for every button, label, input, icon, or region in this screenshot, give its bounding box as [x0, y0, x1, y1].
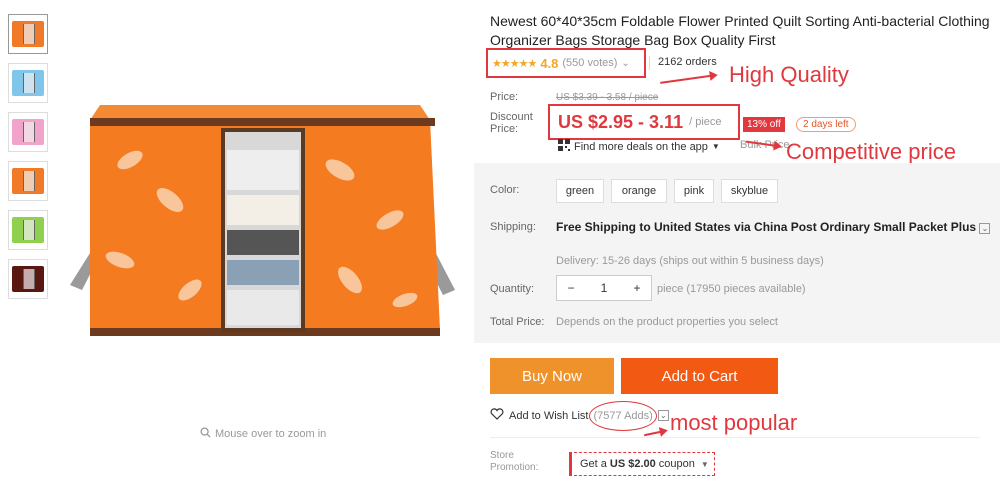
shipping-method[interactable]: Free Shipping to United States via China… — [556, 220, 996, 235]
chevron-down-icon: ⌄ — [979, 223, 991, 234]
buy-now-button[interactable]: Buy Now — [490, 358, 614, 394]
quantity-stepper: − 1 + — [556, 275, 652, 301]
orders-count: 2162 orders — [658, 56, 717, 68]
price-label: Price: — [490, 91, 519, 103]
qr-code-icon — [558, 139, 570, 154]
store-promotion-label: Store Promotion: — [490, 450, 539, 473]
quantity-label: Quantity: — [490, 283, 535, 295]
caret-down-icon: ▼ — [700, 459, 709, 469]
divider — [649, 56, 650, 70]
total-price-text: Depends on the product properties you se… — [556, 316, 778, 328]
shipping-label: Shipping: — [490, 221, 536, 233]
color-label: Color: — [490, 184, 520, 196]
annotation-arrow — [644, 429, 666, 437]
delivery-info: Delivery: 15-26 days (ships out within 5… — [556, 255, 824, 267]
price-unit: / piece — [689, 116, 722, 128]
color-option-pink[interactable]: pink — [674, 179, 714, 203]
annotation-high-quality: High Quality — [729, 62, 849, 87]
coupon-selector[interactable]: Get a US $2.00 coupon ▼ — [569, 452, 715, 476]
quantity-input[interactable]: 1 — [590, 281, 618, 295]
thumbnail-3[interactable] — [8, 112, 48, 152]
thumbnail-5[interactable] — [8, 210, 48, 250]
quantity-available: piece (17950 pieces available) — [657, 283, 806, 295]
add-to-cart-button[interactable]: Add to Cart — [621, 358, 778, 394]
annotation-arrow — [660, 74, 716, 84]
quantity-decrease-button[interactable]: − — [557, 281, 585, 295]
color-option-orange[interactable]: orange — [611, 179, 667, 203]
color-option-skyblue[interactable]: skyblue — [721, 179, 778, 203]
magnifier-icon — [200, 427, 211, 441]
chevron-down-icon: ⌄ — [657, 410, 669, 421]
heart-plus-icon — [490, 408, 504, 423]
discount-badge: 13% off — [743, 117, 785, 132]
annotation-circle — [589, 401, 657, 431]
annotation-most-popular: most popular — [670, 410, 798, 435]
rating-value: 4.8 — [540, 55, 559, 71]
thumbnail-6[interactable] — [8, 259, 48, 299]
discount-price: US $2.95 - 3.11 — [558, 111, 684, 132]
color-option-green[interactable]: green — [556, 179, 604, 203]
discount-price-box: US $2.95 - 3.11 / piece — [548, 104, 740, 140]
discount-price-label: Discount Price: — [490, 111, 533, 135]
thumbnail-4[interactable] — [8, 161, 48, 201]
annotation-competitive-price: Competitive price — [786, 139, 956, 164]
days-left-badge: 2 days left — [796, 117, 856, 132]
quantity-increase-button[interactable]: + — [623, 281, 651, 295]
product-title: Newest 60*40*35cm Foldable Flower Printe… — [490, 13, 990, 48]
votes-count: (550 votes) — [562, 57, 618, 69]
coupon-amount: US $2.00 — [609, 458, 656, 470]
rating-box[interactable]: ★★★★★ 4.8 (550 votes) ⌄ — [486, 48, 646, 78]
app-deals-link[interactable]: Find more deals on the app ▼ — [558, 139, 720, 154]
zoom-hint: Mouse over to zoom in — [200, 427, 326, 441]
product-image[interactable] — [60, 60, 460, 360]
thumbnail-list — [8, 14, 48, 308]
total-price-label: Total Price: — [490, 316, 545, 328]
divider — [490, 437, 980, 438]
thumbnail-2[interactable] — [8, 63, 48, 103]
caret-down-icon: ▼ — [711, 142, 720, 151]
product-page: Mouse over to zoom in Newest 60*40*35cm … — [0, 0, 1000, 490]
star-rating-icon: ★★★★★ — [492, 57, 537, 70]
original-price: US $3.39 - 3.58 / piece — [556, 92, 659, 103]
chevron-down-icon: ⌄ — [621, 57, 630, 69]
thumbnail-1[interactable] — [8, 14, 48, 54]
zoom-hint-text: Mouse over to zoom in — [215, 428, 327, 440]
